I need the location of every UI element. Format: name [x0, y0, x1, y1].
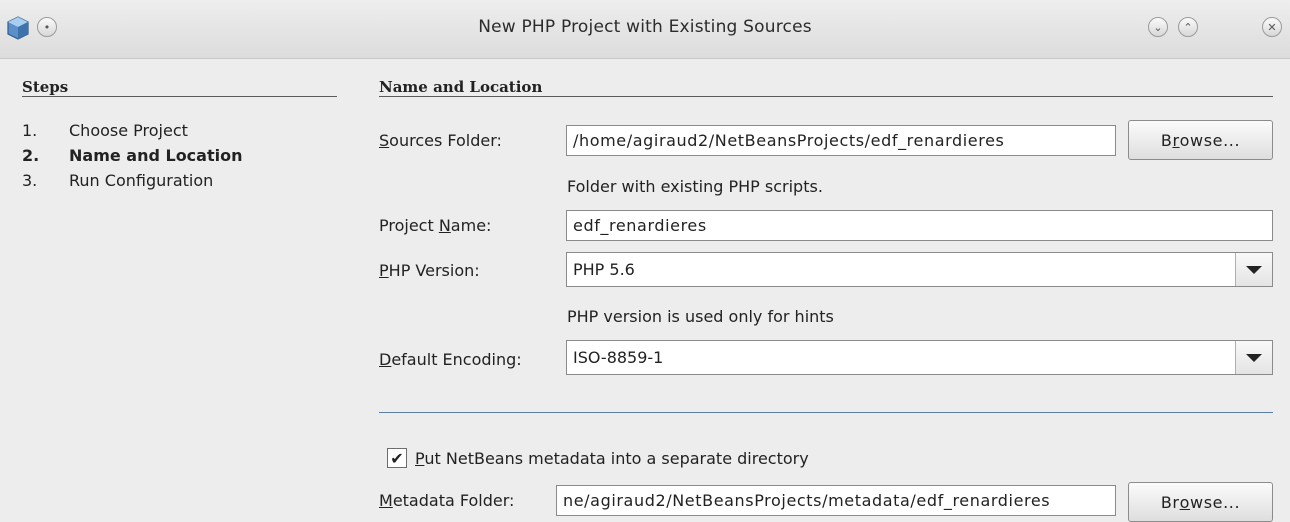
php-version-value: PHP 5.6 [567, 253, 1236, 286]
metadata-folder-field[interactable]: ne/agiraud2/NetBeansProjects/metadata/ed… [556, 485, 1116, 516]
metadata-browse-button[interactable]: Br o wse... [1128, 482, 1273, 522]
php-version-label: PHP Version: [379, 261, 480, 280]
step-label: Run Configuration [69, 171, 214, 190]
steps-heading: Steps [22, 78, 69, 96]
default-encoding-select[interactable]: ISO-8859-1 [566, 340, 1273, 375]
php-version-select[interactable]: PHP 5.6 [566, 252, 1273, 287]
default-encoding-value: ISO-8859-1 [567, 341, 1236, 374]
step-number: 3. [22, 171, 38, 190]
steps-divider [22, 96, 337, 97]
chevron-up-icon: ⌃ [1183, 20, 1193, 34]
chevron-down-icon: ⌄ [1153, 20, 1163, 34]
dropdown-arrow-icon [1246, 354, 1262, 362]
window-title: New PHP Project with Existing Sources [478, 17, 812, 37]
separator [379, 412, 1273, 413]
sources-folder-field[interactable]: /home/agiraud2/NetBeansProjects/edf_rena… [566, 125, 1116, 156]
sources-folder-label: Sources Folder: [379, 131, 502, 150]
step-label: Name and Location [69, 146, 243, 165]
step-number: 2. [22, 146, 40, 165]
minimize-button[interactable]: ⌄ [1148, 17, 1168, 37]
sources-folder-hint: Folder with existing PHP scripts. [567, 177, 823, 196]
metadata-folder-label: Metadata Folder: [379, 491, 515, 510]
step-item: 3. Run Configuration [22, 171, 213, 190]
section-heading: Name and Location [379, 78, 543, 96]
separate-metadata-checkbox[interactable]: ✔ [387, 448, 407, 468]
close-button[interactable]: ✕ [1262, 17, 1282, 37]
project-name-label: Project Name: [379, 216, 492, 235]
step-item-current: 2. Name and Location [22, 146, 242, 165]
dropdown-arrow-icon [1246, 266, 1262, 274]
sources-browse-button[interactable]: Br owse... [1128, 120, 1273, 160]
step-label: Choose Project [69, 121, 188, 140]
section-divider [379, 96, 1273, 97]
separate-metadata-label[interactable]: Put NetBeans metadata into a separate di… [415, 449, 809, 468]
step-item: 1. Choose Project [22, 121, 188, 140]
close-icon: ✕ [1267, 20, 1277, 34]
checkmark-icon: ✔ [390, 448, 404, 468]
step-number: 1. [22, 121, 38, 140]
maximize-button[interactable]: ⌃ [1178, 17, 1198, 37]
default-encoding-label: Default Encoding: [379, 350, 522, 369]
project-name-field[interactable]: edf_renardieres [566, 210, 1273, 241]
title-bar: • New PHP Project with Existing Sources … [0, 0, 1290, 59]
php-version-hint: PHP version is used only for hints [567, 307, 834, 326]
